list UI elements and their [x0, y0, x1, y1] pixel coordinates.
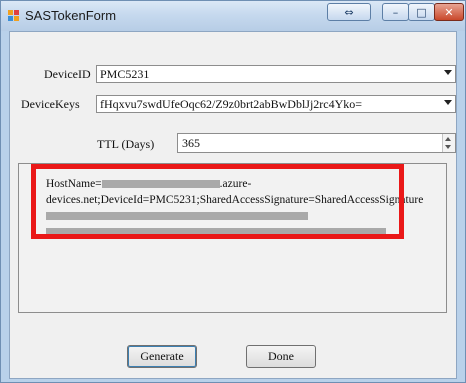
app-window: SASTokenForm ⇔ – □ ✕ DeviceID PMC5231 De… — [0, 0, 466, 383]
ttl-days-spinner[interactable]: 365 — [177, 133, 456, 153]
form-app-icon — [8, 10, 19, 21]
window-title: SASTokenForm — [25, 8, 117, 23]
chevron-down-icon[interactable] — [444, 100, 452, 105]
device-keys-value: fHqxvu7swdUfeOqc62/Z9z0brt2abBwDblJj2rc4… — [100, 97, 363, 111]
device-keys-label: DeviceKeys — [21, 97, 80, 111]
spin-up-icon[interactable] — [445, 137, 451, 141]
spin-down-icon[interactable] — [445, 145, 451, 149]
device-keys-combobox[interactable]: fHqxvu7swdUfeOqc62/Z9z0brt2abBwDblJj2rc4… — [96, 95, 456, 113]
ttl-value: 365 — [182, 136, 200, 150]
spinner-buttons[interactable] — [442, 134, 455, 152]
minimize-button[interactable]: – — [382, 3, 409, 21]
generate-button[interactable]: Generate — [127, 345, 197, 368]
device-id-value: PMC5231 — [100, 67, 150, 81]
maximize-button[interactable]: □ — [408, 3, 435, 21]
device-id-combobox[interactable]: PMC5231 — [96, 65, 456, 83]
close-button[interactable]: ✕ — [434, 3, 464, 21]
chevron-down-icon[interactable] — [444, 70, 452, 75]
ttl-label: TTL (Days) — [97, 137, 155, 151]
title-bar[interactable]: SASTokenForm ⇔ – □ ✕ — [1, 1, 465, 31]
done-button[interactable]: Done — [246, 345, 316, 368]
red-highlight-box — [31, 164, 404, 239]
device-id-label: DeviceID — [44, 67, 91, 81]
restore-arrows-button[interactable]: ⇔ — [327, 3, 371, 21]
